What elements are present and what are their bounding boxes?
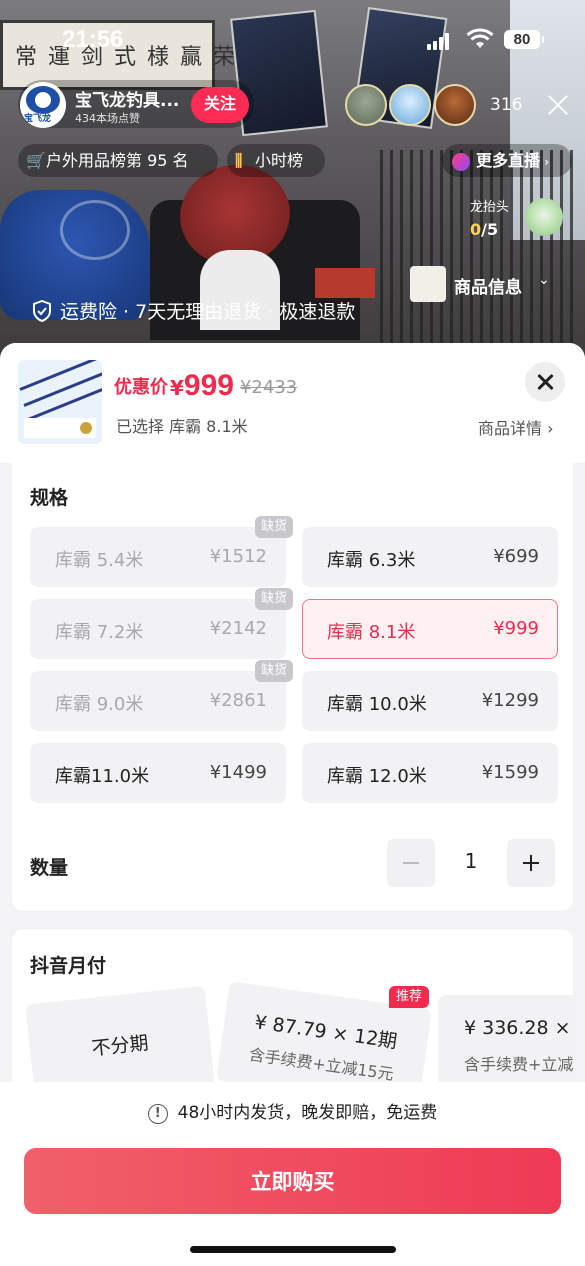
hour-rank-label: 小时榜 (255, 151, 304, 170)
goods-info-button[interactable]: 商品信息 ⌄ (410, 266, 570, 302)
viewer-avatar[interactable] (434, 84, 476, 126)
spec-option[interactable]: 库霸11.0米 ¥1499 (30, 743, 286, 803)
selected-spec: 已选择 库霸 8.1米 (116, 417, 248, 436)
streamer-name[interactable]: 宝飞龙钓具... (75, 86, 179, 111)
status-bar: 21:56 80 (0, 22, 585, 58)
product-box (315, 268, 375, 298)
spec-option-name: 库霸 6.3米 (327, 550, 416, 571)
spec-option-name: 库霸 12.0米 (327, 766, 427, 787)
info-icon: ! (147, 1104, 168, 1124)
rank-label: 户外用品榜第 95 名 (46, 151, 189, 170)
spec-option[interactable]: 库霸 12.0米 ¥1599 (302, 743, 558, 803)
battery-icon: 80 (504, 30, 544, 49)
streamer-avatar[interactable]: 宝飞龙 (20, 82, 66, 128)
spec-card: 规格 库霸 5.4米 ¥1512 缺货 库霸 6.3米 ¥699 库霸 7.2米 ¥2142… (12, 463, 573, 911)
spec-option-price: ¥999 (493, 618, 539, 639)
product-image[interactable] (18, 360, 102, 444)
installment-option-3[interactable]: ¥ 336.28 × 含手续费+立减 (438, 995, 573, 1095)
price-currency: ¥ (170, 376, 184, 400)
close-icon[interactable] (525, 362, 565, 402)
home-indicator (190, 1246, 396, 1253)
streamer-likes: 434本场点赞 (75, 112, 140, 125)
quantity-minus-button[interactable] (387, 839, 435, 887)
quantity-value[interactable]: 1 (452, 849, 490, 873)
chevron-down-icon: ⌄ (538, 272, 550, 288)
spec-option-price: ¥1512 (209, 546, 267, 567)
dragon-progress: 0/5 (470, 220, 499, 239)
follow-button[interactable]: 关注 (191, 87, 249, 123)
buy-now-button[interactable]: 立即购买 (24, 1148, 561, 1214)
purchase-footer: ! 48小时内发货，晚发即赔，免运费 立即购买 (0, 1082, 585, 1266)
current-price: 999 (183, 369, 234, 402)
spec-option-price: ¥1299 (481, 690, 539, 711)
spec-option-name: 库霸 5.4米 (55, 550, 144, 571)
quantity-label: 数量 (30, 857, 69, 879)
chevron-right-icon: › (540, 155, 550, 169)
spec-option[interactable]: 库霸 9.0米 ¥2861 缺货 (30, 660, 293, 731)
rank-chip[interactable]: 🛒户外用品榜第 95 名 (18, 144, 218, 177)
streamer-logo-text: 宝飞龙 (24, 114, 52, 124)
spec-title: 规格 (30, 487, 69, 509)
spec-option-name: 库霸11.0米 (55, 766, 150, 787)
close-icon[interactable] (545, 92, 571, 118)
spec-option-price: ¥1499 (209, 762, 267, 783)
out-of-stock-badge: 缺货 (254, 516, 293, 538)
price-label: 优惠价 (114, 377, 168, 398)
spec-option-name: 库霸 8.1米 (327, 622, 416, 643)
spec-option-name: 库霸 7.2米 (55, 622, 144, 643)
cart-icon: 🛒 (26, 151, 46, 170)
wifi-icon (466, 28, 494, 48)
product-detail-link[interactable]: 商品详情 › (478, 415, 554, 439)
sku-sheet: 优惠价 ¥999 ¥2433 已选择 库霸 8.1米 商品详情 › 规格 库霸 5.… (0, 343, 585, 1266)
goods-thumbnail (410, 266, 446, 302)
dragon-icon (525, 198, 563, 236)
spec-option[interactable]: 库霸 6.3米 ¥699 (302, 527, 558, 587)
spec-option[interactable]: 库霸 5.4米 ¥1512 缺货 (30, 516, 293, 587)
live-icon (452, 152, 470, 171)
spec-option[interactable]: 库霸 8.1米 ¥999 (302, 599, 558, 659)
fishing-rod-rack (380, 150, 580, 350)
spec-option[interactable]: 库霸 10.0米 ¥1299 (302, 671, 558, 731)
out-of-stock-badge: 缺货 (254, 588, 293, 610)
spec-option-price: ¥699 (493, 546, 539, 567)
viewer-count[interactable]: 316 (490, 95, 522, 115)
spec-option-price: ¥2861 (209, 690, 267, 711)
cellular-signal-icon (427, 32, 451, 50)
viewer-avatar[interactable] (389, 84, 431, 126)
hour-rank-chip[interactable]: ⫼ 小时榜 (227, 144, 325, 177)
installment-title: 抖音月付 (30, 955, 107, 977)
spec-option-name: 库霸 10.0米 (327, 694, 427, 715)
spec-option[interactable]: 库霸 7.2米 ¥2142 缺货 (30, 588, 293, 659)
more-live-label: 更多直播 (476, 151, 541, 170)
out-of-stock-badge: 缺货 (254, 660, 293, 682)
quantity-plus-button[interactable] (507, 839, 555, 887)
bar-chart-icon: ⫼ (235, 151, 243, 170)
shield-icon (33, 300, 51, 322)
spec-option-price: ¥2142 (209, 618, 267, 639)
viewer-avatar[interactable] (345, 84, 387, 126)
dragon-label: 龙抬头 (470, 200, 510, 215)
shipping-notice: ! 48小时内发货，晚发即赔，免运费 (0, 1098, 585, 1124)
spec-option-price: ¥1599 (481, 762, 539, 783)
spec-option-name: 库霸 9.0米 (55, 694, 144, 715)
guarantee-bar[interactable]: 运费险 · 7天无理由退货 · 极速退款 (32, 297, 355, 324)
more-live-chip[interactable]: 更多直播 › (442, 144, 572, 177)
recommend-badge: 推荐 (389, 986, 430, 1008)
price-row: 优惠价 ¥999 ¥2433 (114, 369, 297, 403)
goods-info-label: 商品信息 (454, 278, 522, 298)
product-header: 优惠价 ¥999 ¥2433 已选择 库霸 8.1米 商品详情 › (0, 343, 585, 463)
status-time: 21:56 (62, 26, 124, 53)
original-price: ¥2433 (239, 377, 298, 398)
bag-logo (60, 200, 130, 260)
guarantee-text: 运费险 · 7天无理由退货 · 极速退款 (60, 301, 356, 323)
